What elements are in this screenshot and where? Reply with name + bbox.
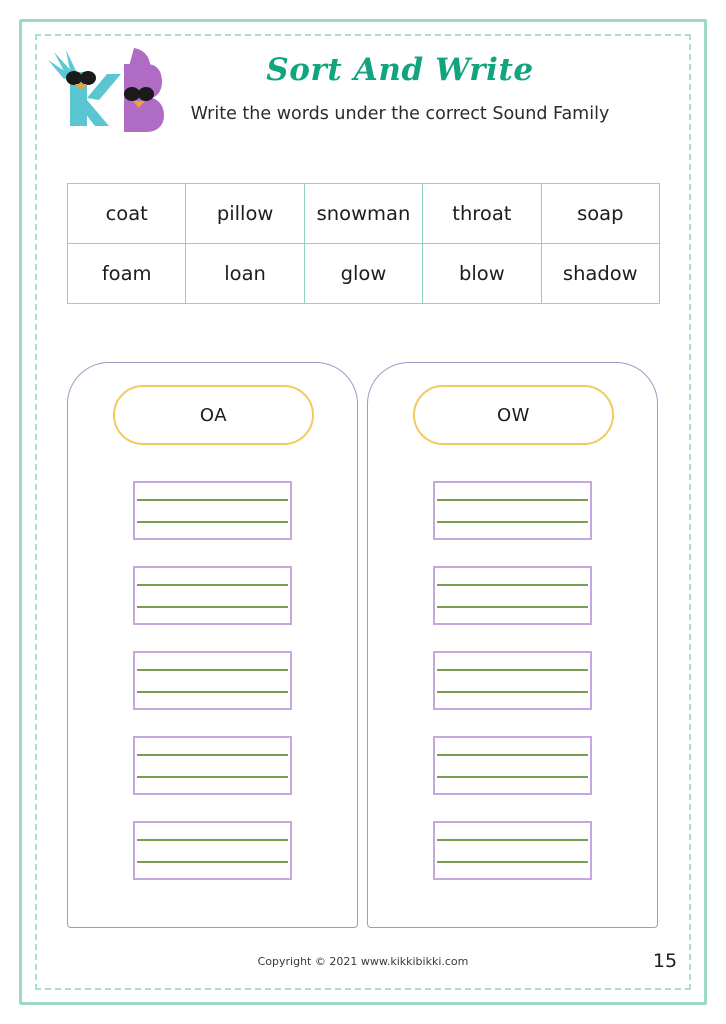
write-line-mid-band [437, 584, 588, 608]
page-subtitle: Write the words under the correct Sound … [190, 104, 610, 124]
write-line[interactable] [133, 481, 292, 540]
write-line-mid-band [137, 669, 288, 693]
worksheet-page: Sort And Write Write the words under the… [0, 0, 726, 1024]
write-line[interactable] [133, 651, 292, 710]
write-line-mid-band [437, 839, 588, 863]
copyright-text: Copyright © 2021 www.kikkibikki.com [257, 955, 469, 968]
write-line[interactable] [433, 481, 592, 540]
write-line[interactable] [133, 736, 292, 795]
word-cell: snowman [303, 183, 424, 244]
word-cell: loan [185, 243, 305, 304]
category-pill-ow: OW [413, 385, 614, 445]
word-cell: blow [422, 243, 542, 304]
write-lines-oa [68, 481, 357, 906]
word-cell: soap [540, 183, 661, 244]
write-line[interactable] [133, 821, 292, 880]
word-cell: foam [66, 243, 187, 304]
write-lines-ow [368, 481, 657, 906]
sort-column-ow: OW [367, 362, 658, 928]
category-label: OW [497, 404, 530, 426]
write-line-mid-band [437, 669, 588, 693]
word-bank-body: coat pillow snowman throat soap foam loa… [66, 183, 661, 304]
table-row: coat pillow snowman throat soap [66, 183, 661, 244]
write-line[interactable] [433, 736, 592, 795]
category-label: OA [199, 404, 228, 426]
table-row: foam loan glow blow shadow [66, 243, 661, 304]
word-cell: throat [422, 183, 542, 244]
sort-column-oa: OA [67, 362, 358, 928]
write-line[interactable] [433, 566, 592, 625]
write-line-mid-band [137, 754, 288, 778]
word-cell: shadow [540, 243, 661, 304]
write-line[interactable] [433, 651, 592, 710]
write-line-mid-band [137, 499, 288, 523]
write-line-mid-band [437, 754, 588, 778]
kikkibikki-logo [42, 46, 168, 138]
write-line-mid-band [137, 839, 288, 863]
page-title: Sort And Write [266, 52, 534, 88]
word-cell: coat [66, 183, 187, 244]
word-bank-table: coat pillow snowman throat soap foam loa… [66, 183, 661, 304]
category-pill-oa: OA [113, 385, 314, 445]
page-number: 15 [652, 950, 678, 972]
write-line-mid-band [437, 499, 588, 523]
word-cell: pillow [185, 183, 305, 244]
write-line-mid-band [137, 584, 288, 608]
teal-bird-k-icon [48, 50, 121, 126]
write-line[interactable] [433, 821, 592, 880]
write-line[interactable] [133, 566, 292, 625]
word-cell: glow [303, 243, 424, 304]
